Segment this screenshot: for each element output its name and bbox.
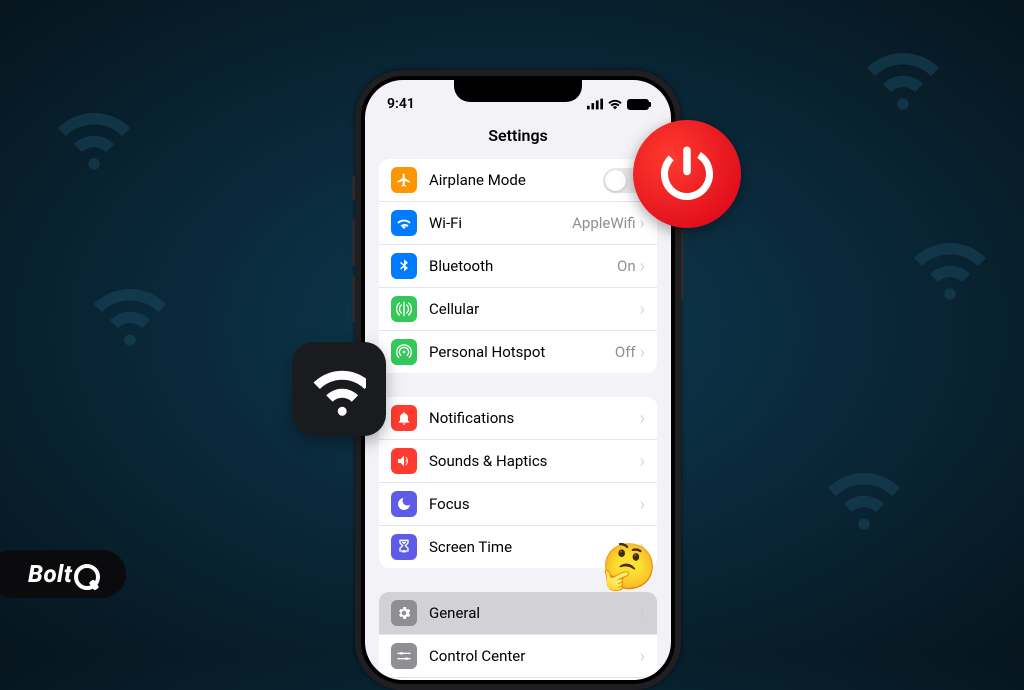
battery-icon [627,99,649,110]
airplane-icon [391,167,417,193]
gear-icon [391,600,417,626]
chevron-right-icon: › [640,494,645,515]
wifi-icon [391,210,417,236]
wifi-overlay-icon [292,342,386,436]
chevron-right-icon: › [640,342,645,363]
hourglass-icon [391,534,417,560]
side-button [681,230,684,300]
chevron-right-icon: › [640,451,645,472]
wifi-bg-icon [56,102,124,174]
row-label: Personal Hotspot [429,343,615,361]
chevron-right-icon: › [640,299,645,320]
row-label: General [429,604,640,622]
wifi-bg-icon [92,278,160,350]
row-label: Control Center [429,647,640,665]
settings-row-bluetooth[interactable]: BluetoothOn› [379,245,657,288]
chevron-right-icon: › [640,213,645,234]
row-label: Notifications [429,409,640,427]
row-value: Off [615,343,636,361]
page-title: Settings [365,120,671,159]
wifi-bg-icon [826,462,894,534]
settings-row-cellular[interactable]: Cellular› [379,288,657,331]
brand-badge: Bolt [0,550,126,598]
row-label: Focus [429,495,640,513]
notch [454,76,582,102]
volume-down-button [352,276,355,322]
brand-q-icon [74,564,100,590]
row-label: Wi-Fi [429,214,572,232]
chevron-right-icon: › [640,408,645,429]
row-value: On [617,257,636,275]
settings-row-focus[interactable]: Focus› [379,483,657,526]
row-label: Sounds & Haptics [429,452,640,470]
settings-row-wi-fi[interactable]: Wi-FiAppleWifi› [379,202,657,245]
settings-row-display-brightness[interactable]: AADisplay & Brightness› [379,678,657,680]
hotspot-icon [391,339,417,365]
settings-group: General›Control Center›AADisplay & Brigh… [379,592,657,680]
wifi-status-icon [607,98,623,110]
bell-icon [391,405,417,431]
status-time: 9:41 [387,96,415,112]
power-icon [633,120,741,228]
row-value: AppleWifi [572,214,636,232]
settings-row-control-center[interactable]: Control Center› [379,635,657,678]
wifi-bg-icon [865,42,933,114]
settings-row-personal-hotspot[interactable]: Personal HotspotOff› [379,331,657,373]
row-label: Bluetooth [429,257,617,275]
settings-row-notifications[interactable]: Notifications› [379,397,657,440]
chevron-right-icon: › [640,603,645,624]
row-label: Airplane Mode [429,171,603,189]
sliders-icon [391,643,417,669]
settings-row-sounds-haptics[interactable]: Sounds & Haptics› [379,440,657,483]
volume-up-button [352,220,355,266]
settings-group: Airplane ModeWi-FiAppleWifi›BluetoothOn›… [379,159,657,373]
wifi-bg-icon [912,232,980,304]
speaker-icon [391,448,417,474]
brand-text: Bolt [28,560,72,588]
cellular-icon [391,296,417,322]
chevron-right-icon: › [640,256,645,277]
chevron-right-icon: › [640,646,645,667]
bluetooth-icon [391,253,417,279]
mute-switch [352,176,355,200]
settings-row-airplane-mode[interactable]: Airplane Mode [379,159,657,202]
cellular-signal-icon [587,98,603,110]
moon-icon [391,491,417,517]
thinking-emoji: 🤔 [601,544,656,599]
row-label: Cellular [429,300,640,318]
